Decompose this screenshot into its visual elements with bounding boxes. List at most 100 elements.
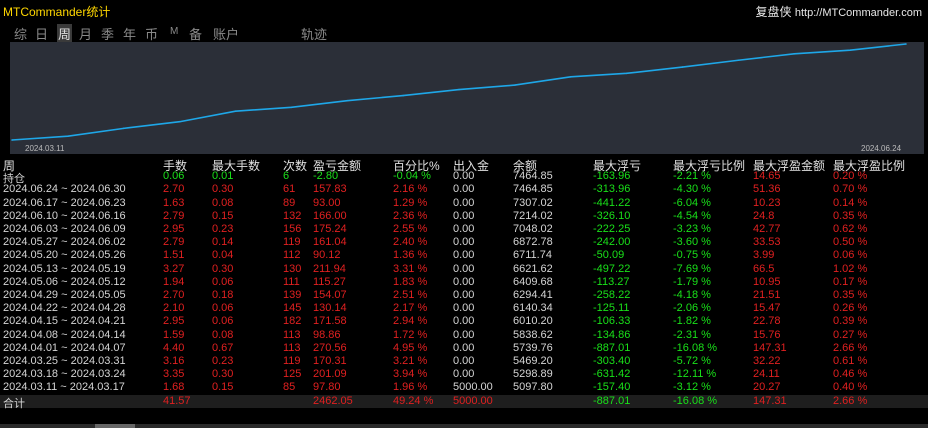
cell-手数: 2.95 xyxy=(163,223,185,235)
cell-最大浮盈比例: 0.27 % xyxy=(833,328,868,341)
cell-百分比%: 2.51 % xyxy=(393,289,428,301)
chart-x-end-label: 2024.06.24 xyxy=(861,144,902,153)
cell-百分比%: 49.24 % xyxy=(393,394,434,407)
tab-4[interactable]: 季 xyxy=(101,24,114,43)
cell-最大浮亏比例: -12.11 % xyxy=(673,368,717,381)
cell-最大浮亏比例: -16.08 % xyxy=(673,394,718,407)
cell-最大浮盈金额: 51.36 xyxy=(753,183,781,196)
cell-盈亏金额: 97.80 xyxy=(313,381,341,394)
cell-手数: 2.10 xyxy=(163,302,185,315)
cell-最大浮盈金额: 20.27 xyxy=(753,381,781,394)
cell-手数: 41.57 xyxy=(163,394,191,407)
cell-百分比%: -0.04 % xyxy=(393,170,431,183)
cell-次数: 119 xyxy=(283,236,301,249)
horizontal-scrollbar[interactable] xyxy=(0,424,928,428)
cell-出入金: 0.00 xyxy=(453,236,475,249)
cell-盈亏金额: 93.00 xyxy=(313,196,341,209)
cell-最大浮亏: -258.22 xyxy=(593,289,631,301)
cell-次数: 119 xyxy=(283,355,301,367)
cell-最大浮盈金额: 22.78 xyxy=(753,315,781,328)
cell-最大手数: 0.15 xyxy=(212,209,234,222)
tab-8[interactable]: 备 xyxy=(189,24,202,43)
table-row: 2024.04.08 ~ 2024.04.14 1.59 0.08 113 98.86 1… xyxy=(0,329,928,342)
cell-周: 2024.06.03 ~ 2024.06.09 xyxy=(3,223,126,235)
table-row: 2024.04.29 ~ 2024.05.05 2.70 0.18 139 154.07… xyxy=(0,289,928,302)
cell-盈亏金额: 170.31 xyxy=(313,355,347,367)
tab-9[interactable]: 账户 xyxy=(213,24,239,43)
table-row: 2024.05.20 ~ 2024.05.26 1.51 0.04 112 90.12 1… xyxy=(0,249,928,262)
cell-手数: 2.70 xyxy=(163,289,185,301)
cell-最大浮亏比例: -1.79 % xyxy=(673,275,711,288)
cell-最大浮盈比例: 0.70 % xyxy=(833,183,868,196)
cell-最大浮亏比例: -2.06 % xyxy=(673,302,711,315)
cell-最大浮盈比例: 2.66 % xyxy=(833,341,868,354)
balance-point-10 xyxy=(569,76,572,78)
tab-1[interactable]: 日 xyxy=(35,24,48,43)
table-row: 2024.06.03 ~ 2024.06.09 2.95 0.23 156 175.24… xyxy=(0,223,928,236)
cell-百分比%: 2.36 % xyxy=(393,209,428,222)
cell-手数: 2.95 xyxy=(163,315,185,328)
cell-出入金: 0.00 xyxy=(453,315,475,328)
balance-point-5 xyxy=(290,106,293,109)
tab-0[interactable]: 综 xyxy=(14,24,27,43)
cell-百分比%: 2.17 % xyxy=(393,302,428,315)
cell-盈亏金额: 2462.05 xyxy=(313,394,353,407)
cell-出入金: 0.00 xyxy=(453,183,475,196)
cell-最大浮盈金额: 24.8 xyxy=(753,209,775,222)
table-row: 2024.04.01 ~ 2024.04.07 4.40 0.67 113 270.56… xyxy=(0,342,928,355)
cell-手数: 1.51 xyxy=(163,249,185,262)
cell-最大浮盈金额: 10.95 xyxy=(753,275,781,288)
cell-余额: 5739.76 xyxy=(513,341,553,354)
cell-最大浮亏: -50.09 xyxy=(593,249,625,262)
cell-最大浮亏: -497.22 xyxy=(593,262,631,275)
tab-7[interactable]: M xyxy=(170,26,178,37)
brand-url[interactable]: http://MTCommander.com xyxy=(795,7,922,19)
tab-10[interactable]: 轨迹 xyxy=(301,24,327,43)
tab-6[interactable]: 币 xyxy=(145,24,158,43)
table-row: 2024.05.27 ~ 2024.06.02 2.79 0.14 119 161.04… xyxy=(0,236,928,249)
cell-最大浮亏: -631.42 xyxy=(593,368,631,381)
cell-出入金: 0.00 xyxy=(453,170,475,183)
cell-出入金: 0.00 xyxy=(453,223,475,235)
cell-周: 2024.04.29 ~ 2024.05.05 xyxy=(3,289,126,301)
cell-最大浮盈比例: 0.40 % xyxy=(833,381,868,394)
cell-出入金: 0.00 xyxy=(453,341,475,354)
holding-row: 持仓 0.06 0.01 6 -2.80 -0.04 % 0.00 7464.85 -163.9… xyxy=(0,170,928,185)
cell-余额: 5838.62 xyxy=(513,328,553,341)
cell-周: 2024.05.06 ~ 2024.05.12 xyxy=(3,275,126,288)
cell-盈亏金额: 175.24 xyxy=(313,223,347,235)
cell-周: 2024.05.27 ~ 2024.06.02 xyxy=(3,236,126,249)
cell-盈亏金额: 115.27 xyxy=(313,275,346,288)
cell-盈亏金额: 157.83 xyxy=(313,183,347,196)
cell-盈亏金额: -2.80 xyxy=(313,170,339,183)
table-row: 2024.03.11 ~ 2024.03.17 1.68 0.15 85 97.80 1.… xyxy=(0,381,928,394)
cell-手数: 3.35 xyxy=(163,368,185,381)
cell-最大手数: 0.30 xyxy=(212,262,234,275)
cell-余额: 7464.85 xyxy=(513,183,553,196)
cell-次数: 130 xyxy=(283,262,302,275)
cell-余额: 6140.34 xyxy=(513,302,553,315)
balance-point-13 xyxy=(737,59,740,62)
tab-2[interactable]: 周 xyxy=(57,24,73,43)
cell-最大手数: 0.14 xyxy=(212,236,234,249)
cell-次数: 89 xyxy=(283,196,296,209)
tab-3[interactable]: 月 xyxy=(79,24,92,43)
tab-5[interactable]: 年 xyxy=(123,24,136,43)
cell-最大手数: 0.06 xyxy=(212,302,234,315)
scrollbar-thumb[interactable] xyxy=(95,424,135,428)
cell-最大浮亏: -157.40 xyxy=(593,381,631,394)
cell-最大浮盈金额: 42.77 xyxy=(753,223,781,235)
cell-出入金: 0.00 xyxy=(453,209,475,222)
table-row: 2024.05.06 ~ 2024.05.12 1.94 0.06 111 115.27… xyxy=(0,276,928,289)
cell-次数: 113 xyxy=(283,341,301,354)
app-title: MTCommander统计 xyxy=(3,5,111,19)
cell-最大手数: 0.23 xyxy=(212,223,234,235)
cell-最大浮亏: -163.96 xyxy=(593,170,631,183)
cell-次数: 111 xyxy=(283,275,300,288)
cell-余额: 5097.80 xyxy=(513,381,553,394)
cell-周: 2024.06.17 ~ 2024.06.23 xyxy=(3,196,126,209)
balance-point-7 xyxy=(402,94,404,97)
cell-最大浮盈金额: 21.51 xyxy=(753,289,781,301)
cell-最大浮亏: -441.22 xyxy=(593,196,631,209)
balance-line xyxy=(11,43,907,141)
